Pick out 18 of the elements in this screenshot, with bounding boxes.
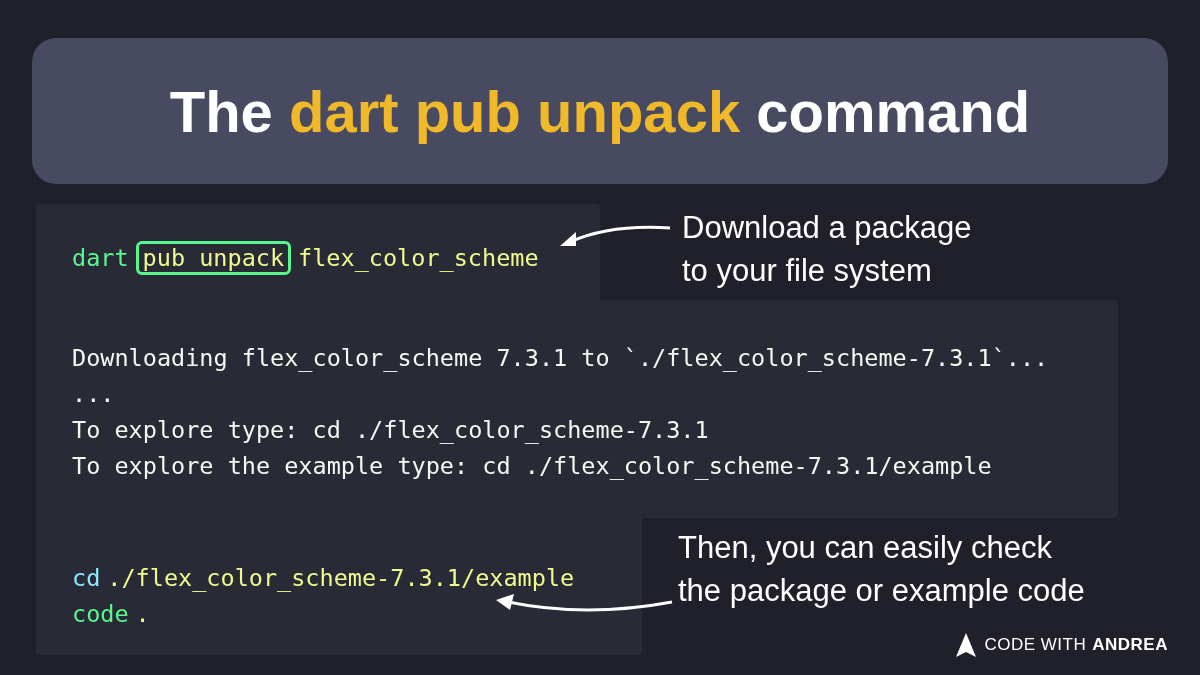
code-text: code: [72, 599, 129, 630]
logo-text: CODE WITH: [984, 635, 1087, 655]
highlighted-code: pub unpack: [135, 241, 292, 275]
triangle-logo-icon: [956, 633, 977, 657]
code-text: .: [135, 599, 150, 630]
annotation-text: Download a package to your file system: [682, 209, 972, 290]
code-text: flex_color_scheme: [298, 243, 539, 274]
curved-arrow-icon: [560, 224, 672, 248]
code-text: Downloading flex_color_scheme 7.3.1 to `./flex_color_scheme-7.3.1`...: [72, 343, 1049, 374]
code-text: cd: [72, 563, 101, 594]
annotation-text: Then, you can easily check the package or example code: [678, 529, 1085, 610]
code-text: To explore the example type: cd ./flex_color_scheme-7.3.1/example: [72, 451, 992, 482]
code-text: dart: [72, 243, 129, 274]
code-text: ./flex_color_scheme-7.3.1/example: [107, 563, 575, 594]
slide-title: The dart pub unpack command: [169, 77, 1031, 145]
logo-text: ANDREA: [1092, 635, 1168, 655]
code-text: ...: [72, 379, 115, 410]
code-text: To explore type: cd ./flex_color_scheme-7.3.1: [72, 415, 709, 446]
